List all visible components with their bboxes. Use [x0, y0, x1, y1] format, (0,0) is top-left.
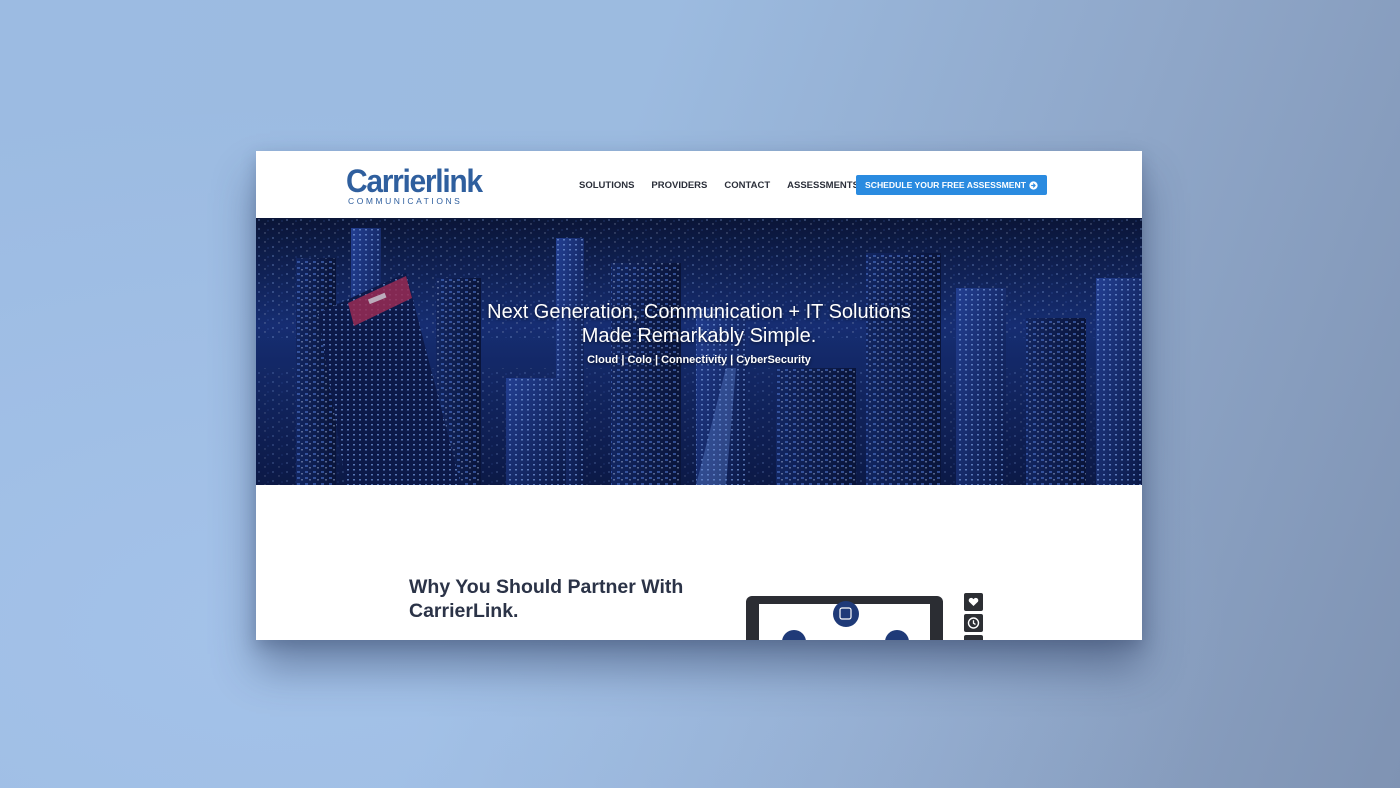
partner-section: Why You Should Partner With CarrierLink.	[256, 485, 1142, 640]
nav-item-assessments[interactable]: ASSESSMENTS	[787, 180, 859, 191]
hero-banner: Next Generation, Communication + IT Solu…	[256, 218, 1142, 485]
nav-item-solutions[interactable]: SOLUTIONS	[579, 180, 634, 191]
section-heading: Why You Should Partner With CarrierLink.	[409, 575, 709, 623]
hero-title-line-1: Next Generation, Communication + IT Solu…	[487, 301, 911, 323]
section-heading-line-1: Why You Should Partner With	[409, 576, 684, 598]
schedule-assessment-label: SCHEDULE YOUR FREE ASSESSMENT	[865, 180, 1026, 190]
hero-title: Next Generation, Communication + IT Solu…	[256, 300, 1142, 348]
section-heading-line-2: CarrierLink.	[409, 600, 519, 622]
main-nav: SOLUTIONS PROVIDERS CONTACT ASSESSMENTS	[579, 177, 876, 193]
heart-icon[interactable]	[964, 593, 983, 611]
nav-item-contact[interactable]: CONTACT	[724, 180, 770, 191]
more-icon[interactable]	[964, 635, 983, 640]
brand-logo[interactable]: Carrierlink COMMUNICATIONS	[346, 164, 483, 207]
nav-item-providers[interactable]: PROVIDERS	[651, 180, 707, 191]
website-screenshot: Carrierlink COMMUNICATIONS SOLUTIONS PRO…	[256, 151, 1142, 640]
tablet-illustration	[746, 596, 943, 640]
arrow-circle-right-icon	[1029, 180, 1038, 190]
city-skyline-image	[256, 218, 1142, 485]
hero-title-line-2: Made Remarkably Simple.	[581, 325, 817, 347]
clock-icon[interactable]	[964, 614, 983, 632]
site-header: Carrierlink COMMUNICATIONS SOLUTIONS PRO…	[256, 151, 1142, 218]
logo-tagline: COMMUNICATIONS	[348, 196, 463, 206]
logo-wordmark: Carrierlink	[346, 163, 483, 200]
hero-subtitle: Cloud | Colo | Connectivity | CyberSecur…	[587, 354, 811, 366]
side-icon-bar	[964, 593, 984, 640]
schedule-assessment-button[interactable]: SCHEDULE YOUR FREE ASSESSMENT	[856, 175, 1047, 195]
